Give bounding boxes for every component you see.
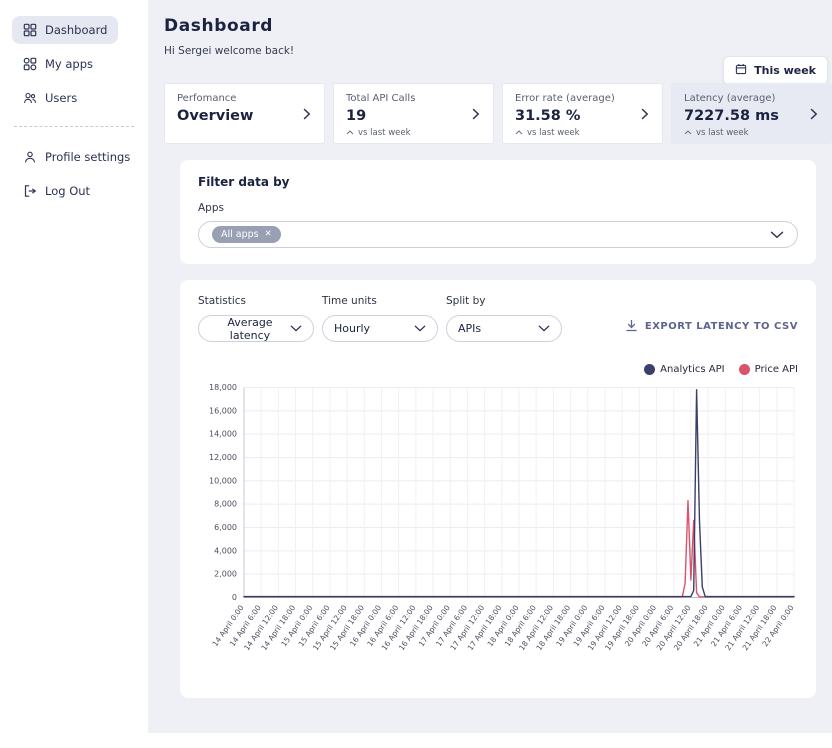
svg-text:4,000: 4,000 <box>214 546 237 555</box>
svg-text:2,000: 2,000 <box>214 570 237 579</box>
chevron-down-icon <box>770 231 784 239</box>
time-units-control: Time units Hourly <box>322 295 438 342</box>
chevron-right-icon <box>303 108 311 120</box>
app-root: Dashboard My apps <box>0 0 832 733</box>
stat-card-total-api-calls[interactable]: Total API Calls 19 vs last week <box>333 83 494 144</box>
sidebar: Dashboard My apps <box>0 0 148 733</box>
chip-remove-icon[interactable]: ✕ <box>265 230 272 239</box>
apps-multiselect[interactable]: All apps ✕ <box>198 221 798 248</box>
chip-label: All apps <box>221 229 259 240</box>
sidebar-item-profile-settings[interactable]: Profile settings <box>12 143 141 171</box>
split-by-select[interactable]: APIs <box>446 315 562 342</box>
statistics-control: Statistics Average latency <box>198 295 314 342</box>
split-by-selected-value: APIs <box>458 322 481 335</box>
stat-card-error-rate[interactable]: Error rate (average) 31.58 % vs last wee… <box>502 83 663 144</box>
svg-text:6,000: 6,000 <box>214 523 237 532</box>
filter-panel-title: Filter data by <box>198 175 798 189</box>
latency-chart: 0 2,000 4,000 6,000 8,000 10,000 12,000 14,000 1… <box>198 377 798 682</box>
stat-card-sub-label: vs last week <box>696 128 749 138</box>
legend-item-price-api: Price API <box>739 364 798 375</box>
caret-up-icon <box>346 128 354 138</box>
svg-text:16,000: 16,000 <box>209 406 237 415</box>
caret-up-icon <box>684 128 692 138</box>
stat-card-label: Total API Calls <box>346 93 481 104</box>
stat-card-sub-label: vs last week <box>358 128 411 138</box>
svg-text:10,000: 10,000 <box>209 476 237 485</box>
stat-card-label: Perfomance <box>177 93 312 104</box>
calendar-icon <box>735 63 747 78</box>
sidebar-item-users[interactable]: Users <box>12 84 88 112</box>
sidebar-item-label: Dashboard <box>45 23 107 37</box>
dashboard-grid-icon <box>23 23 37 37</box>
legend-label: Price API <box>755 364 798 375</box>
svg-text:18,000: 18,000 <box>209 383 237 392</box>
sidebar-item-dashboard[interactable]: Dashboard <box>12 16 118 44</box>
statistics-panel: Statistics Average latency Time units Ho… <box>180 280 816 698</box>
statistics-selected-value: Average latency <box>210 316 290 342</box>
time-units-select[interactable]: Hourly <box>322 315 438 342</box>
svg-text:8,000: 8,000 <box>214 500 237 509</box>
legend-label: Analytics API <box>660 364 724 375</box>
logout-icon <box>23 184 37 198</box>
apps-field-label: Apps <box>198 202 798 214</box>
sidebar-item-label: Users <box>45 91 77 105</box>
stat-card-trend: vs last week <box>684 128 819 138</box>
sidebar-item-label: Log Out <box>45 184 90 198</box>
stat-card-value: 19 <box>346 108 481 124</box>
chevron-down-icon <box>290 322 302 335</box>
sidebar-item-label: Profile settings <box>45 150 130 164</box>
selected-app-chip: All apps ✕ <box>212 226 281 243</box>
download-icon <box>625 319 638 335</box>
chevron-right-icon <box>641 108 649 120</box>
stat-card-trend: vs last week <box>346 128 481 138</box>
chevron-down-icon <box>414 322 426 335</box>
sidebar-nav: Dashboard My apps <box>12 16 136 112</box>
caret-up-icon <box>515 128 523 138</box>
time-units-label: Time units <box>322 295 438 307</box>
apps-grid-icon <box>23 57 37 71</box>
statistics-select[interactable]: Average latency <box>198 315 314 342</box>
svg-text:12,000: 12,000 <box>209 453 237 462</box>
stat-card-trend: vs last week <box>515 128 650 138</box>
stat-card-performance[interactable]: Perfomance Overview <box>164 83 325 144</box>
stat-card-label: Latency (average) <box>684 93 819 104</box>
export-csv-button[interactable]: EXPORT LATENCY TO CSV <box>625 319 798 335</box>
chevron-right-icon <box>810 108 818 120</box>
split-by-control: Split by APIs <box>446 295 562 342</box>
profile-icon <box>23 150 37 164</box>
sidebar-item-label: My apps <box>45 57 93 71</box>
latency-chart-svg: 0 2,000 4,000 6,000 8,000 10,000 12,000 14,000 1… <box>198 377 798 682</box>
page-title: Dashboard <box>164 16 832 36</box>
main-content: Dashboard Hi Sergei welcome back! This w… <box>148 0 832 733</box>
sidebar-item-logout[interactable]: Log Out <box>12 177 101 205</box>
statistics-label: Statistics <box>198 295 314 307</box>
chart-legend: Analytics API Price API <box>198 364 798 375</box>
stat-card-value: 31.58 % <box>515 108 650 124</box>
legend-dot <box>739 364 750 375</box>
sidebar-divider <box>14 126 134 127</box>
time-units-selected-value: Hourly <box>334 322 370 335</box>
stat-card-label: Error rate (average) <box>515 93 650 104</box>
sidebar-item-my-apps[interactable]: My apps <box>12 50 104 78</box>
stat-cards-row: Perfomance Overview Total API Calls 19 v… <box>164 83 832 144</box>
split-by-label: Split by <box>446 295 562 307</box>
stat-card-value: Overview <box>177 108 312 124</box>
this-week-button[interactable]: This week <box>723 56 828 85</box>
stat-card-sub-label: vs last week <box>527 128 580 138</box>
stat-card-latency[interactable]: Latency (average) 7227.58 ms vs last wee… <box>671 83 832 144</box>
legend-item-analytics-api: Analytics API <box>644 364 724 375</box>
chevron-right-icon <box>472 108 480 120</box>
this-week-label: This week <box>754 64 816 77</box>
svg-text:14,000: 14,000 <box>209 430 237 439</box>
svg-text:0: 0 <box>232 593 237 602</box>
chevron-down-icon <box>538 322 550 335</box>
users-icon <box>23 91 37 105</box>
stat-card-value: 7227.58 ms <box>684 108 819 124</box>
export-csv-label: EXPORT LATENCY TO CSV <box>645 321 798 332</box>
chart-controls: Statistics Average latency Time units Ho… <box>198 295 798 342</box>
legend-dot <box>644 364 655 375</box>
filter-panel: Filter data by Apps All apps ✕ <box>180 160 816 264</box>
